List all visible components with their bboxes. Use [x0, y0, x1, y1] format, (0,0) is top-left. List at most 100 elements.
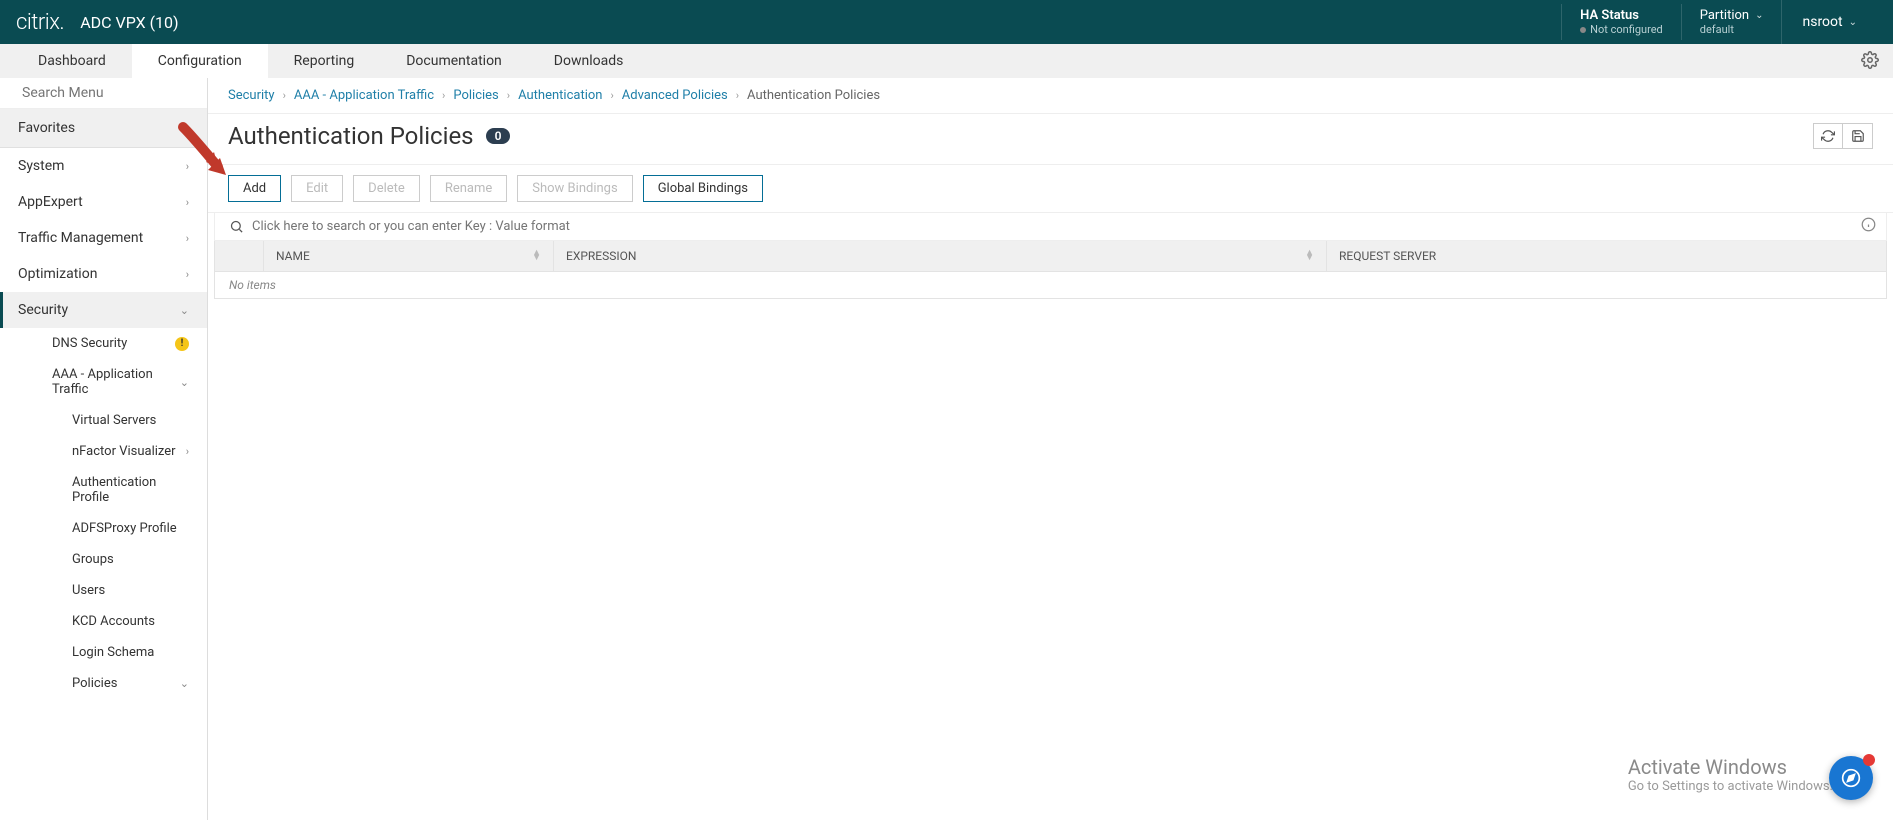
chevron-down-icon: ⌄ [180, 677, 189, 690]
sidebar: Favorites ⌄ System › AppExpert › Traffic… [0, 78, 208, 820]
chevron-right-icon: › [283, 89, 286, 102]
sidebar-item-optimization[interactable]: Optimization › [0, 256, 207, 292]
user-dropdown[interactable]: nsroot ⌄ [1781, 0, 1877, 44]
sidebar-item-label: ADFSProxy Profile [72, 521, 177, 536]
sidebar-item-label: System [18, 158, 64, 174]
table-search-input[interactable] [252, 219, 1872, 234]
tab-reporting[interactable]: Reporting [268, 44, 381, 78]
sidebar-item-label: Policies [72, 676, 117, 691]
nav-tabs: Dashboard Configuration Reporting Docume… [0, 44, 1893, 78]
gear-icon[interactable] [1861, 51, 1879, 73]
chevron-right-icon: › [610, 89, 613, 102]
column-name[interactable]: NAME ▲▼ [263, 241, 553, 271]
chevron-down-icon: ⌄ [1755, 10, 1763, 21]
sidebar-item-label: AppExpert [18, 194, 83, 210]
breadcrumb-aaa[interactable]: AAA - Application Traffic [294, 88, 434, 103]
sidebar-item-appexpert[interactable]: AppExpert › [0, 184, 207, 220]
chevron-down-icon: ⌄ [180, 122, 189, 135]
partition-dropdown[interactable]: Partition⌄ default [1681, 4, 1782, 40]
table-search[interactable] [214, 213, 1887, 241]
sidebar-item-label: Groups [72, 552, 114, 567]
column-header-label: EXPRESSION [566, 249, 636, 263]
sidebar-sub-dns-security[interactable]: DNS Security ! [0, 328, 207, 359]
sidebar-item-label: Favorites [18, 120, 75, 136]
data-table: NAME ▲▼ EXPRESSION ▲▼ REQUEST SERVER No … [214, 241, 1887, 299]
sidebar-sub-nfactor[interactable]: nFactor Visualizer › [0, 436, 207, 467]
chevron-right-icon: › [186, 196, 189, 209]
sidebar-sub-login-schema[interactable]: Login Schema [0, 637, 207, 668]
sidebar-item-label: nFactor Visualizer [72, 444, 176, 459]
sidebar-item-label: Authentication Profile [72, 475, 182, 505]
sidebar-item-label: Security [18, 302, 68, 318]
page-title: Authentication Policies [228, 122, 474, 150]
logo: citrix. [16, 10, 64, 35]
breadcrumb-policies[interactable]: Policies [453, 88, 498, 103]
sort-icon: ▲▼ [1305, 251, 1314, 262]
watermark-subtitle: Go to Settings to activate Windows. [1628, 779, 1833, 794]
chevron-right-icon: › [442, 89, 445, 102]
chevron-right-icon: › [186, 445, 189, 458]
status-dot-icon [1580, 27, 1586, 33]
sort-icon: ▲▼ [532, 251, 541, 262]
watermark-title: Activate Windows [1628, 755, 1833, 779]
show-bindings-button[interactable]: Show Bindings [517, 175, 632, 202]
sidebar-favorites[interactable]: Favorites ⌄ [0, 109, 207, 148]
chevron-right-icon: › [186, 160, 189, 173]
column-request-server[interactable]: REQUEST SERVER [1326, 241, 1886, 271]
chevron-down-icon: ⌄ [180, 376, 189, 389]
sidebar-sub-users[interactable]: Users [0, 575, 207, 606]
sidebar-sub-adfs-profile[interactable]: ADFSProxy Profile [0, 513, 207, 544]
info-icon[interactable] [1861, 217, 1876, 236]
sidebar-item-traffic[interactable]: Traffic Management › [0, 220, 207, 256]
sidebar-item-system[interactable]: System › [0, 148, 207, 184]
sidebar-search-input[interactable] [22, 85, 200, 101]
edit-button[interactable]: Edit [291, 175, 343, 202]
user-name: nsroot [1802, 14, 1842, 30]
breadcrumb-authentication[interactable]: Authentication [518, 88, 602, 103]
breadcrumb-security[interactable]: Security [228, 88, 275, 103]
tab-dashboard[interactable]: Dashboard [12, 44, 132, 78]
chevron-right-icon: › [736, 89, 739, 102]
global-bindings-button[interactable]: Global Bindings [643, 175, 763, 202]
breadcrumb-current: Authentication Policies [747, 88, 880, 103]
delete-button[interactable]: Delete [353, 175, 420, 202]
save-button[interactable] [1843, 123, 1873, 149]
sidebar-sub-virtual-servers[interactable]: Virtual Servers [0, 405, 207, 436]
sidebar-sub-kcd[interactable]: KCD Accounts [0, 606, 207, 637]
content: Security › AAA - Application Traffic › P… [208, 78, 1893, 820]
tab-configuration[interactable]: Configuration [132, 44, 268, 78]
breadcrumb: Security › AAA - Application Traffic › P… [208, 78, 1893, 114]
rename-button[interactable]: Rename [430, 175, 507, 202]
sidebar-search[interactable] [0, 78, 207, 109]
refresh-button[interactable] [1813, 123, 1843, 149]
sidebar-sub-aaa[interactable]: AAA - Application Traffic ⌄ [0, 359, 207, 405]
column-header-label: REQUEST SERVER [1339, 249, 1436, 263]
sidebar-sub-policies[interactable]: Policies ⌄ [0, 668, 207, 699]
refresh-icon [1821, 129, 1835, 143]
count-badge: 0 [486, 128, 511, 144]
sidebar-item-label: Login Schema [72, 645, 154, 660]
tab-documentation[interactable]: Documentation [380, 44, 528, 78]
column-expression[interactable]: EXPRESSION ▲▼ [553, 241, 1326, 271]
table-empty-message: No items [214, 272, 1887, 299]
breadcrumb-advanced[interactable]: Advanced Policies [622, 88, 728, 103]
partition-value: default [1700, 23, 1764, 36]
chevron-right-icon: › [186, 268, 189, 281]
sidebar-item-label: AAA - Application Traffic [52, 367, 162, 397]
help-fab[interactable] [1829, 756, 1873, 800]
sidebar-item-label: Optimization [18, 266, 97, 282]
sidebar-sub-auth-profile[interactable]: Authentication Profile [0, 467, 207, 513]
add-button[interactable]: Add [228, 175, 281, 202]
chevron-right-icon: › [507, 89, 510, 102]
tab-downloads[interactable]: Downloads [528, 44, 650, 78]
topbar: citrix. ADC VPX (10) HA Status Not confi… [0, 0, 1893, 44]
save-icon [1851, 129, 1865, 143]
ha-status-label: HA Status [1580, 8, 1663, 23]
sidebar-sub-groups[interactable]: Groups [0, 544, 207, 575]
checkbox-column[interactable] [215, 241, 263, 271]
warning-icon: ! [175, 337, 189, 351]
sidebar-item-security[interactable]: Security ⌄ [0, 292, 207, 328]
ha-status: HA Status Not configured [1561, 4, 1681, 40]
chevron-down-icon: ⌄ [1849, 17, 1857, 28]
notification-dot-icon [1863, 754, 1875, 766]
